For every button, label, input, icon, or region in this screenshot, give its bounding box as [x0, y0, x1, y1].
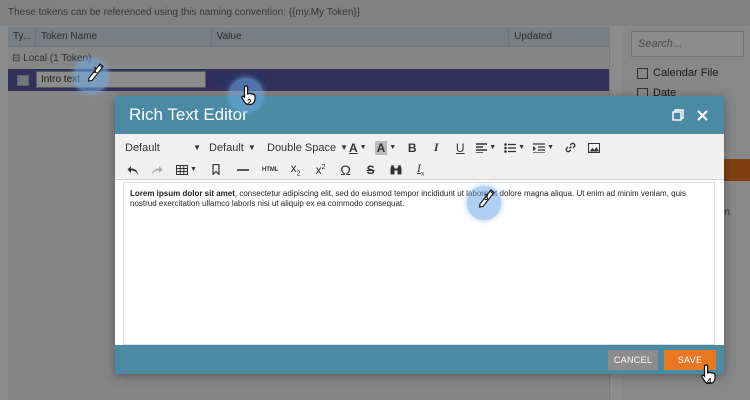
line-spacing-select[interactable]: Double Space ▼ — [263, 139, 348, 157]
strikethrough-button[interactable]: S — [360, 161, 382, 179]
toolbar-row-1: Default ▼ Default ▼ Double Space ▼ A ▼ A ▼ B … — [121, 137, 720, 158]
font-size-select[interactable]: Default ▼ — [205, 139, 263, 157]
dialog-footer: CANCEL SAVE — [115, 345, 724, 374]
italic-button[interactable]: I — [425, 139, 447, 157]
dialog-title: Rich Text Editor — [129, 105, 248, 124]
subscript-button[interactable]: x2 — [285, 161, 307, 179]
html-icon: HTML — [261, 166, 279, 173]
redo-button[interactable] — [146, 161, 168, 179]
bold-icon: B — [407, 140, 417, 155]
underline-icon: U — [455, 140, 465, 155]
font-family-select[interactable]: Default ▼ — [121, 139, 205, 157]
maximize-icon[interactable] — [670, 107, 686, 123]
close-icon[interactable] — [694, 107, 710, 123]
editor-content-area[interactable]: Lorem ipsum dolor sit amet, consectetur … — [123, 182, 715, 345]
table-button[interactable]: ▼ — [173, 161, 200, 179]
italic-icon: I — [433, 140, 439, 154]
undo-icon — [127, 165, 138, 174]
align-button[interactable]: ▼ — [473, 139, 499, 157]
find-replace-button[interactable] — [385, 161, 407, 179]
horizontal-rule-icon — [236, 168, 249, 171]
font-family-value: Default — [125, 141, 160, 154]
step-number: 3 — [484, 193, 489, 202]
editor-toolbar: Default ▼ Default ▼ Double Space ▼ A ▼ A ▼ B … — [115, 134, 724, 180]
undo-button[interactable] — [122, 161, 144, 179]
clear-formatting-icon: Ix — [416, 161, 425, 178]
image-button[interactable] — [583, 139, 605, 157]
indent-icon — [533, 142, 546, 153]
chevron-down-icon: ▼ — [547, 144, 555, 151]
indent-button[interactable]: ▼ — [530, 139, 557, 157]
rich-text-editor-dialog: Rich Text Editor Default ▼ Default ▼ Doubl… — [115, 96, 724, 374]
dialog-header: Rich Text Editor — [115, 96, 724, 134]
chevron-down-icon: ▼ — [190, 166, 197, 173]
special-character-button[interactable]: Ω — [335, 161, 357, 179]
bullet-list-icon — [504, 142, 517, 153]
editor-bold-text: Lorem ipsum dolor sit amet — [130, 189, 235, 198]
superscript-icon: x2 — [315, 162, 326, 177]
subscript-icon: x2 — [290, 161, 301, 178]
line-spacing-value: Double Space — [267, 141, 337, 154]
step-number: 2 — [247, 98, 252, 107]
background-color-icon: A — [374, 140, 388, 155]
clear-formatting-button[interactable]: Ix — [410, 161, 432, 179]
table-icon — [176, 164, 188, 175]
text-color-icon: A — [349, 140, 358, 155]
font-size-value: Default — [209, 141, 244, 154]
horizontal-rule-button[interactable] — [232, 161, 254, 179]
bullet-list-button[interactable]: ▼ — [501, 139, 528, 157]
chevron-down-icon: ▼ — [359, 144, 367, 151]
redo-icon — [152, 165, 163, 174]
link-icon — [565, 142, 575, 153]
link-button[interactable] — [559, 139, 581, 157]
toolbar-row-2: ▼ HTML x2 x2 Ω S Ix — [121, 159, 720, 180]
chevron-down-icon: ▼ — [518, 144, 526, 151]
background-color-button[interactable]: A ▼ — [372, 139, 400, 157]
cancel-button[interactable]: CANCEL — [608, 349, 658, 370]
anchor-button[interactable] — [205, 161, 227, 179]
chevron-down-icon: ▼ — [389, 144, 397, 151]
chevron-down-icon: ▼ — [247, 143, 256, 152]
superscript-button[interactable]: x2 — [310, 161, 332, 179]
text-color-button[interactable]: A ▼ — [346, 139, 370, 157]
underline-button[interactable]: U — [449, 139, 471, 157]
align-left-icon — [476, 142, 488, 153]
step-number: 1 — [93, 66, 98, 75]
omega-icon: Ω — [340, 161, 351, 178]
chevron-down-icon: ▼ — [193, 143, 201, 152]
step-number: 4 — [707, 377, 712, 386]
binoculars-icon — [390, 164, 402, 174]
strikethrough-icon: S — [366, 162, 375, 177]
bold-button[interactable]: B — [401, 139, 423, 157]
chevron-down-icon: ▼ — [489, 144, 497, 151]
image-icon — [588, 142, 601, 153]
html-source-button[interactable]: HTML — [259, 161, 282, 179]
bookmark-icon — [212, 164, 220, 175]
